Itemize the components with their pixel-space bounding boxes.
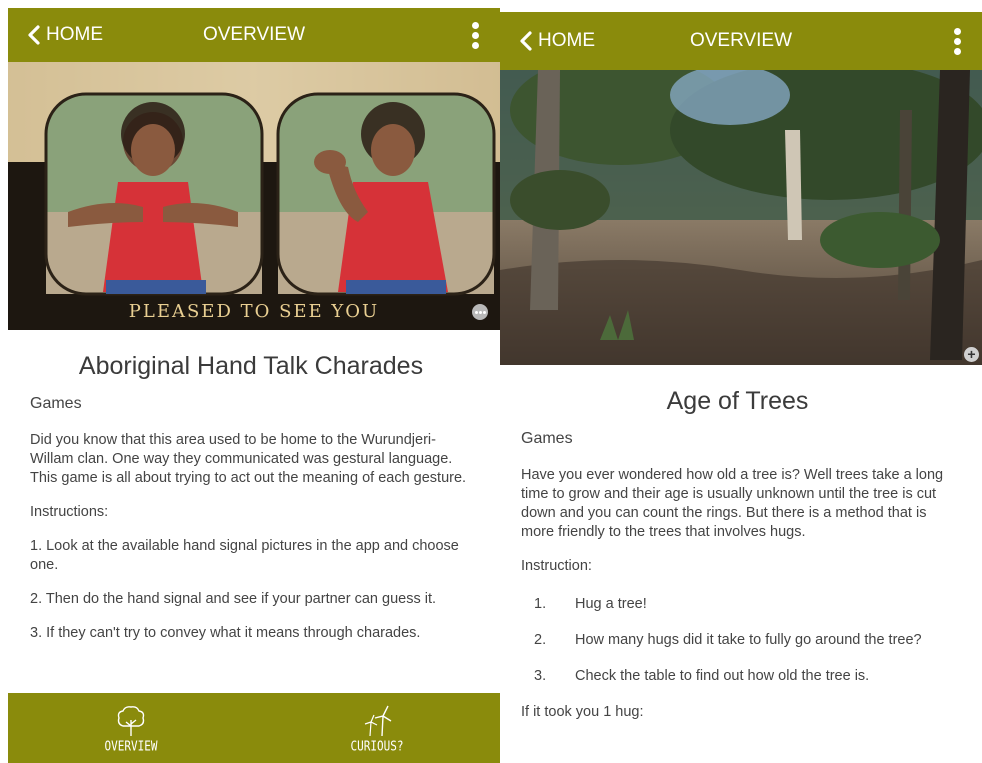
instructions-heading: Instructions: (30, 504, 109, 520)
list-item: 2. How many hugs did it take to fully go … (521, 631, 954, 650)
instruction-step: 2. Then do the hand signal and see if yo… (30, 591, 436, 607)
more-dot (482, 310, 486, 314)
activity-category: Games (521, 430, 573, 447)
tab-curious[interactable]: CURIOUS? (254, 693, 500, 763)
home-back-button[interactable]: HOME (26, 8, 103, 62)
more-options-button[interactable] (946, 12, 968, 70)
more-vertical-icon (471, 21, 479, 29)
tab-overview-label: OVERVIEW (104, 738, 158, 754)
step-number: 2. (534, 632, 547, 648)
wind-turbine-icon (364, 705, 392, 736)
step-number: 3. (534, 668, 547, 684)
chevron-left-icon (520, 31, 532, 51)
activity-title: Aboriginal Hand Talk Charades (78, 352, 424, 380)
hug-result-text: If it took you 1 hug: (521, 704, 644, 720)
more-options-button[interactable] (464, 8, 486, 62)
more-dot (471, 31, 479, 39)
screen-hand-talk: HOME OVERVIEW PLEASED TO SEE YOU Aborigi… (8, 8, 500, 763)
more-vertical-icon (953, 27, 961, 35)
image-more-button[interactable] (472, 304, 488, 320)
activity-intro: Have you ever wondered how old a tree is… (521, 467, 944, 540)
instruction-list: 1. Hug a tree! 2. How many hugs did it tak… (521, 595, 954, 686)
hero-image-forest[interactable]: + (500, 70, 982, 365)
bottom-tab-bar: OVERVIEW CURIOUS? (8, 693, 500, 763)
list-item: 3. Check the table to find out how old th… (521, 667, 954, 686)
step-text: How many hugs did it take to fully go ar… (575, 632, 922, 648)
more-dot (953, 37, 961, 45)
more-dot (953, 47, 961, 55)
more-dot (478, 310, 482, 314)
zoom-in-button[interactable]: + (964, 347, 979, 362)
home-back-button[interactable]: HOME (518, 12, 595, 70)
more-dot (471, 41, 479, 49)
step-text: Hug a tree! (575, 596, 647, 612)
home-label: HOME (46, 24, 103, 45)
screen-age-of-trees: HOME OVERVIEW + Age of Trees Games Have … (500, 12, 982, 763)
more-horizontal-icon (474, 310, 478, 314)
top-app-bar: HOME OVERVIEW (500, 12, 982, 70)
forest-photo (500, 70, 982, 365)
tab-overview[interactable]: OVERVIEW (8, 693, 254, 763)
step-number: 1. (534, 596, 547, 612)
tree-icon (117, 705, 145, 736)
tab-curious-label: CURIOUS? (350, 738, 404, 754)
hero-caption: PLEASED TO SEE YOU (128, 301, 380, 322)
activity-content: Aboriginal Hand Talk Charades Games Did … (8, 330, 500, 658)
instructions-heading: Instruction: (521, 558, 592, 574)
list-item: 1. Hug a tree! (521, 595, 954, 614)
home-label: HOME (538, 30, 595, 51)
activity-title: Age of Trees (666, 387, 809, 415)
step-text: Check the table to find out how old the … (575, 668, 870, 684)
hand-signal-photo (8, 62, 500, 330)
instruction-step: 1. Look at the available hand signal pic… (30, 538, 459, 573)
activity-intro: Did you know that this area used to be h… (30, 432, 467, 486)
activity-category: Games (30, 395, 82, 412)
instruction-step: 3. If they can't try to convey what it m… (30, 625, 421, 641)
chevron-left-icon (28, 25, 40, 45)
activity-content: Age of Trees Games Have you ever wondere… (500, 365, 982, 737)
hero-image-hand-signals[interactable]: PLEASED TO SEE YOU (8, 62, 500, 330)
top-app-bar: HOME OVERVIEW (8, 8, 500, 62)
plus-icon: + (967, 346, 976, 362)
